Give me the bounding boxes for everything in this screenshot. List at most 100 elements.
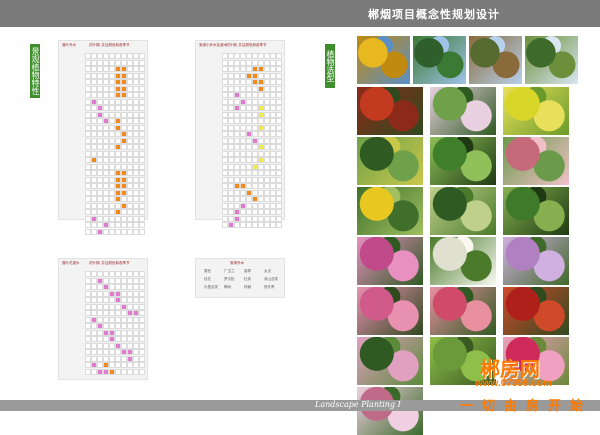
schedule-cell	[139, 85, 145, 92]
schedule-cell	[139, 355, 145, 362]
schedule-cell	[139, 105, 145, 111]
plant-photo-pine	[469, 36, 522, 84]
schedule-cell	[139, 316, 145, 323]
schedule-cell	[139, 349, 145, 355]
schedule-cell	[139, 196, 145, 202]
schedule-cell	[139, 79, 145, 85]
schedule-cell	[276, 137, 282, 144]
schedule-cell	[139, 66, 145, 72]
schedule-cell	[139, 157, 145, 163]
plant-photo-red-berry	[503, 287, 569, 335]
plant-photo-shrub1	[357, 137, 423, 185]
plant-photo-yellow-flower	[357, 187, 423, 235]
plant-photo-camphor	[525, 36, 578, 84]
watermark-slogan: 一切由房开始	[460, 398, 593, 413]
panel-deciduous-trees: 落叶乔木 花叶期, 并且颜色和各季节	[58, 40, 148, 235]
schedule-cell	[276, 183, 282, 189]
schedule-cell	[139, 297, 145, 303]
schedule-cell	[276, 66, 282, 72]
schedule-cell	[139, 215, 145, 222]
plant-photo-pink-blossom	[357, 237, 423, 285]
schedule-cell	[139, 59, 145, 66]
schedule-cell	[139, 336, 145, 342]
plant-photo-leaf2	[430, 187, 496, 235]
schedule-cell	[139, 118, 145, 124]
plant-photo-pink-tree	[503, 137, 569, 185]
schedule-cell	[139, 137, 145, 144]
schedule-cell	[276, 98, 282, 105]
panel-title: 常绿乔木	[230, 261, 244, 265]
tree-name: 女贞	[264, 269, 271, 273]
plant-photo-magnolia	[357, 387, 423, 435]
schedule-cell	[139, 329, 145, 336]
schedule-cell	[139, 271, 145, 277]
schedule-cell	[276, 150, 282, 157]
tree-name: 桂花	[204, 277, 211, 281]
schedule-cell	[276, 59, 282, 66]
tree-name: 铁冬青	[264, 285, 275, 289]
tree-name: 广玉兰	[224, 269, 235, 273]
schedule-cell	[139, 183, 145, 189]
schedule-cell	[139, 150, 145, 157]
left-vertical-label: 景观植物特性	[30, 44, 40, 98]
tree-name: 乐昌含笑	[204, 285, 218, 289]
schedule-cell	[139, 170, 145, 176]
plant-photo-lilac	[503, 237, 569, 285]
panel-title: 落叶乔木	[62, 43, 76, 47]
schedule-cell	[276, 189, 282, 196]
schedule-cell	[139, 222, 145, 228]
tree-name: 香樟	[244, 269, 251, 273]
panel-subtitle: 花叶期, 并且颜色和各季节	[226, 43, 267, 47]
schedule-cell	[139, 228, 145, 235]
schedule-cell	[276, 157, 282, 163]
schedule-cell	[276, 209, 282, 215]
schedule-cell	[139, 362, 145, 368]
panel-title: 常绿小乔木及灌木	[199, 43, 227, 47]
plant-photo-ginkgo	[357, 36, 410, 84]
schedule-cell	[276, 215, 282, 222]
plant-photo-white-flower	[430, 237, 496, 285]
schedule-cell	[139, 163, 145, 170]
schedule-cell	[276, 79, 282, 85]
schedule-cell	[276, 163, 282, 170]
panel-subtitle: 花叶期, 并且颜色和各季节	[89, 43, 130, 47]
schedule-cell	[276, 202, 282, 209]
schedule-cell	[276, 105, 282, 111]
schedule-cell	[139, 176, 145, 183]
page-title: 郴烟项目概念性规划设计	[368, 9, 500, 21]
tree-name: 雪松	[204, 269, 211, 273]
schedule-cell	[139, 310, 145, 316]
tree-name: 椰树	[224, 285, 231, 289]
right-vertical-label: 植物选型	[325, 44, 335, 88]
tree-name: 深山含笑	[264, 277, 278, 281]
schedule-cell	[276, 176, 282, 183]
schedule-cell	[139, 72, 145, 79]
schedule-cell	[139, 368, 145, 375]
panel-title: 落叶花灌木	[62, 261, 80, 265]
schedule-cell	[139, 124, 145, 131]
schedule-cell	[276, 170, 282, 176]
schedule-cell	[139, 92, 145, 98]
schedule-cell	[139, 53, 145, 59]
plant-photo-green-shrub	[503, 187, 569, 235]
schedule-cell	[139, 284, 145, 290]
schedule-cell	[276, 222, 282, 228]
watermark-url: www.07358.com	[475, 378, 552, 389]
tree-name: 杜英	[244, 277, 251, 281]
plant-photo-rose	[357, 337, 423, 385]
plant-photo-round-leaf	[430, 137, 496, 185]
schedule-cell	[276, 53, 282, 59]
header-bar: 郴烟项目概念性规划设计	[0, 0, 600, 27]
schedule-cell	[139, 202, 145, 209]
schedule-cell	[139, 342, 145, 349]
schedule-cell	[139, 144, 145, 150]
schedule-cell	[276, 92, 282, 98]
plant-photo-yellow-hedge	[503, 87, 569, 135]
schedule-cell	[276, 124, 282, 131]
schedule-cell	[276, 118, 282, 124]
schedule-cell	[139, 290, 145, 297]
schedule-cell	[139, 209, 145, 215]
schedule-cell	[139, 111, 145, 118]
plant-photo-pink-shrub	[357, 287, 423, 335]
schedule-cell	[139, 277, 145, 284]
